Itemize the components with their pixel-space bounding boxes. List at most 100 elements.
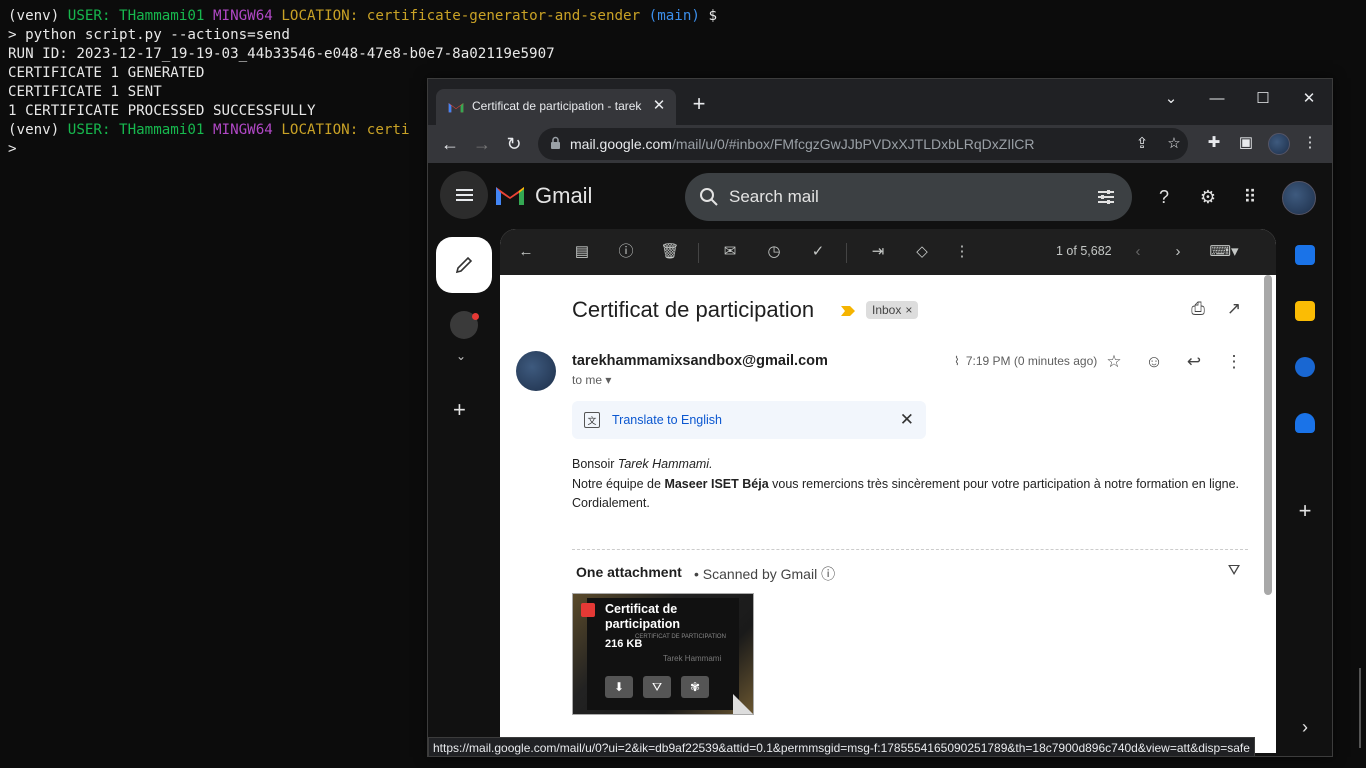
inbox-label-chip[interactable]: Inbox × (866, 301, 919, 319)
input-tools-keyboard-icon[interactable]: ⌨▾ (1206, 242, 1242, 262)
toolbar-divider (846, 243, 847, 263)
env-label: MINGW64 (213, 122, 282, 138)
newer-chevron-icon[interactable]: ‹ (1128, 242, 1148, 262)
attachment-size: 216 KB (605, 638, 643, 650)
close-window-icon[interactable]: ✕ (1294, 85, 1324, 113)
more-options-icon[interactable]: ⋮ (952, 242, 972, 262)
contacts-icon[interactable] (1295, 413, 1315, 433)
delete-icon[interactable]: 🗑 (660, 242, 680, 262)
attachment-card[interactable]: CERTIFICAT DE PARTICIPATION Tarek Hammam… (572, 593, 754, 715)
chrome-menu-icon[interactable]: ⋮ (1300, 133, 1320, 153)
recipient-details[interactable]: to me ▾ (572, 373, 611, 387)
remove-label-icon[interactable]: × (905, 303, 912, 317)
open-new-window-icon[interactable]: ↗ (1224, 299, 1244, 319)
bookmark-star-icon[interactable]: ☆ (1164, 134, 1184, 154)
side-panel-rail: + › (1282, 229, 1328, 756)
report-spam-icon[interactable]: ⓘ (616, 242, 636, 262)
add-to-drive-icon[interactable]: ⛛ (643, 676, 671, 698)
search-bar[interactable]: Search mail (685, 173, 1132, 221)
info-icon[interactable]: ⓘ (821, 566, 835, 582)
terminal-scrollbar[interactable] (1359, 668, 1361, 748)
tab-close-icon[interactable]: ✕ (650, 97, 668, 115)
env-label: MINGW64 (213, 8, 282, 24)
new-tab-icon[interactable]: + (688, 93, 710, 115)
add-to-photos-icon[interactable]: ✾ (681, 676, 709, 698)
browser-toolbar: ← → ↻ mail.google.com/mail/u/0/#inbox/FM… (428, 125, 1332, 163)
profile-avatar[interactable] (1268, 133, 1290, 155)
user-label: USER: THammami01 (67, 122, 214, 138)
search-input[interactable]: Search mail (729, 187, 819, 207)
compose-button[interactable] (436, 237, 492, 293)
venv-label: (venv) (8, 8, 68, 24)
add-task-icon[interactable]: ✓ (808, 242, 828, 262)
older-chevron-icon[interactable]: › (1168, 242, 1188, 262)
settings-gear-icon[interactable]: ⚙ (1196, 185, 1220, 209)
translate-banner: 文 Translate to English ✕ (572, 401, 926, 439)
search-icon[interactable] (699, 187, 719, 207)
reload-icon[interactable]: ↻ (500, 130, 528, 158)
account-avatar[interactable] (1282, 181, 1316, 215)
mark-unread-icon[interactable]: ✉ (720, 242, 740, 262)
pager-count: 1 of 5,682 (1056, 244, 1112, 258)
emoji-reaction-icon[interactable]: ☺ (1144, 352, 1164, 372)
star-icon[interactable]: ☆ (1104, 352, 1124, 372)
calendar-icon[interactable] (1295, 245, 1315, 265)
minimize-icon[interactable]: — (1202, 85, 1232, 113)
link-status-bar: https://mail.google.com/mail/u/0?ui=2&ik… (428, 737, 1255, 756)
greeting-line: Bonsoir Tarek Hammami. (572, 455, 1248, 475)
apps-grid-icon[interactable]: ⠿ (1238, 185, 1262, 209)
gmail-wordmark: Gmail (535, 183, 593, 208)
message-more-icon[interactable]: ⋮ (1224, 352, 1244, 372)
tasks-icon[interactable] (1295, 357, 1315, 377)
organization-name: Maseer ISET Béja (664, 476, 769, 491)
browser-window[interactable]: Certificat de participation - tarek ✕ + … (427, 78, 1333, 757)
close-icon[interactable]: ✕ (900, 410, 914, 430)
add-icon[interactable]: + (453, 397, 466, 423)
maximize-icon[interactable]: ☐ (1248, 85, 1278, 113)
search-options-icon[interactable] (1096, 187, 1116, 207)
message-time: ⌇ 7:19 PM (0 minutes ago) (954, 354, 1097, 368)
chevron-down-icon[interactable]: ⌄ (456, 349, 466, 363)
snooze-icon[interactable]: ◷ (764, 242, 784, 262)
tab-gmail-message[interactable]: Certificat de participation - tarek ✕ (436, 89, 676, 125)
tab-bar: Certificat de participation - tarek ✕ + … (428, 79, 1332, 125)
archive-icon[interactable]: ▤ (572, 242, 592, 262)
back-arrow-icon[interactable]: ← (436, 130, 464, 158)
download-icon[interactable]: ⬇ (605, 676, 633, 698)
address-bar[interactable]: mail.google.com/mail/u/0/#inbox/FMfcgzGw… (538, 128, 1188, 160)
chevron-down-icon: ▾ (605, 373, 612, 387)
message-scrollbar[interactable] (1264, 275, 1272, 595)
keep-icon[interactable] (1295, 301, 1315, 321)
move-to-icon[interactable]: ⇥ (868, 242, 888, 262)
venv-label: (venv) (8, 122, 68, 138)
side-panel-icon[interactable]: ▣ (1236, 133, 1256, 153)
sender-avatar[interactable] (516, 351, 556, 391)
print-icon[interactable]: ⎙ (1188, 299, 1208, 319)
message-toolbar: ← ▤ ⓘ 🗑 ✉ ◷ ✓ ⇥ ◇ ⋮ 1 of 5,682 ‹ › ⌨▾ (500, 229, 1276, 275)
expand-panel-chevron-icon[interactable]: › (1295, 717, 1315, 737)
terminal-output-line: 1 CERTIFICATE PROCESSED SUCCESSFULLY (8, 103, 316, 119)
add-all-to-drive-icon[interactable]: ⛛ (1224, 562, 1244, 582)
share-icon[interactable]: ⇪ (1132, 134, 1152, 154)
extensions-puzzle-icon[interactable]: ✚ (1204, 133, 1224, 153)
main-menu-icon[interactable] (440, 171, 488, 219)
forward-arrow-icon[interactable]: → (468, 130, 496, 158)
location-value: certificate-generator-and-sender (366, 8, 641, 24)
closing-line: Cordialement. (572, 496, 650, 510)
body-line: Notre équipe de Maseer ISET Béja vous re… (572, 475, 1248, 495)
terminal-input-line[interactable]: > (8, 140, 17, 159)
reply-icon[interactable]: ↩ (1184, 352, 1204, 372)
label-icon[interactable]: ◇ (912, 242, 932, 262)
toolbar-divider (698, 243, 699, 263)
importance-marker-icon[interactable] (841, 306, 855, 316)
help-icon[interactable]: ? (1152, 185, 1176, 209)
message-body: Bonsoir Tarek Hammami. Notre équipe de M… (572, 455, 1248, 514)
image-file-icon (581, 603, 595, 617)
terminal-prompt-line: (venv) USER: THammami01 MINGW64 LOCATION… (8, 121, 410, 140)
terminal-prompt-line: (venv) USER: THammami01 MINGW64 LOCATION… (8, 7, 717, 26)
add-addon-icon[interactable]: + (1295, 500, 1315, 522)
back-to-inbox-icon[interactable]: ← (516, 242, 536, 262)
sender-email[interactable]: tarekhammamixsandbox@gmail.com (572, 353, 828, 369)
tab-search-chevron-icon[interactable]: ⌄ (1156, 85, 1186, 113)
translate-link[interactable]: Translate to English (612, 413, 722, 427)
